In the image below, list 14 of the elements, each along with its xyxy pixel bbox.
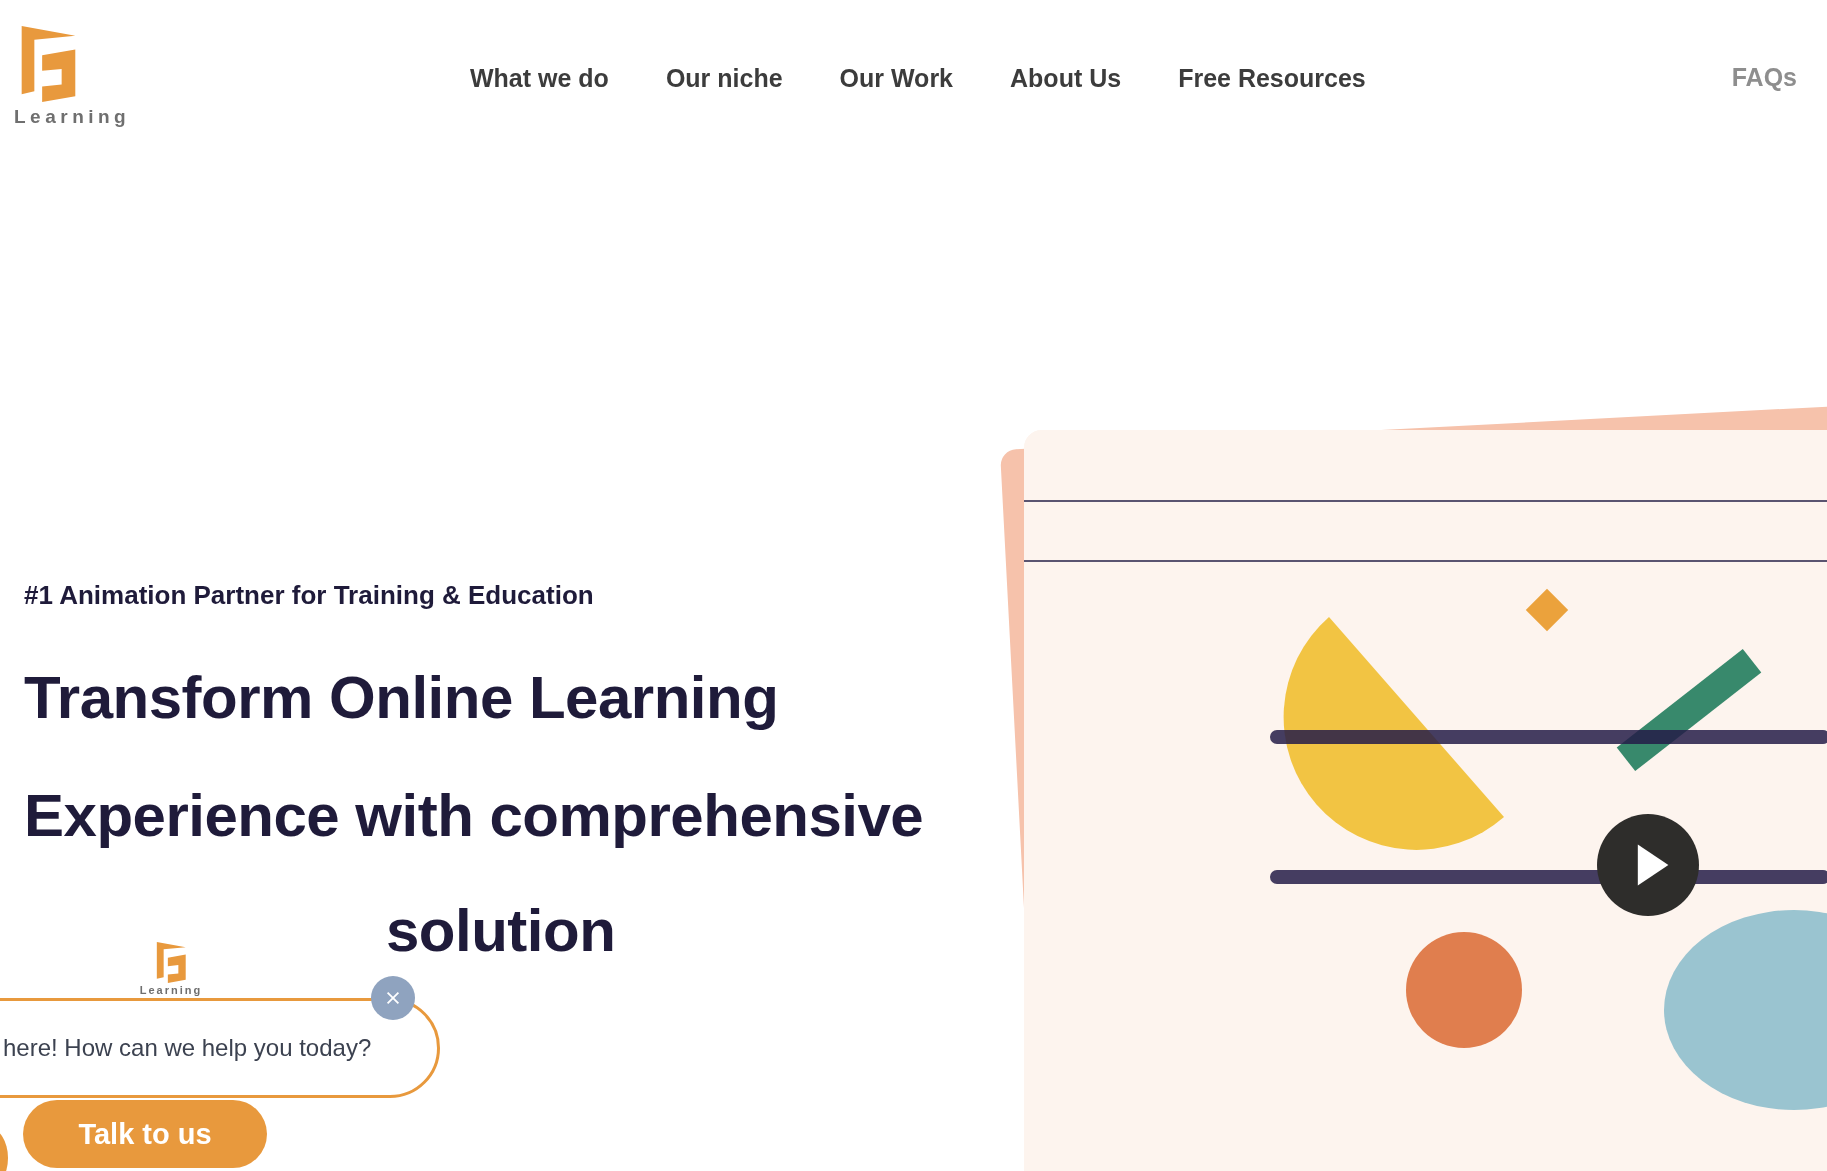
close-button[interactable] <box>371 976 415 1020</box>
nav-link[interactable]: Our niche <box>665 64 783 93</box>
close-icon <box>384 989 402 1007</box>
logo-wordmark: Learning <box>139 984 203 996</box>
nav-link[interactable]: About Us <box>1010 64 1122 93</box>
nav-link[interactable]: Our Work <box>839 64 954 93</box>
play-icon[interactable] <box>1597 814 1699 916</box>
nav-link[interactable]: What we do <box>470 64 609 93</box>
logo-icon <box>155 942 187 984</box>
chat-message: here! How can we help you today? <box>3 1034 372 1062</box>
hero-heading-tail: solution <box>386 896 616 966</box>
logo-wordmark: Learning <box>14 106 131 128</box>
hero-tagline: #1 Animation Partner for Training & Education <box>24 580 595 611</box>
nav-link[interactable]: Free Resources <box>1178 64 1366 93</box>
